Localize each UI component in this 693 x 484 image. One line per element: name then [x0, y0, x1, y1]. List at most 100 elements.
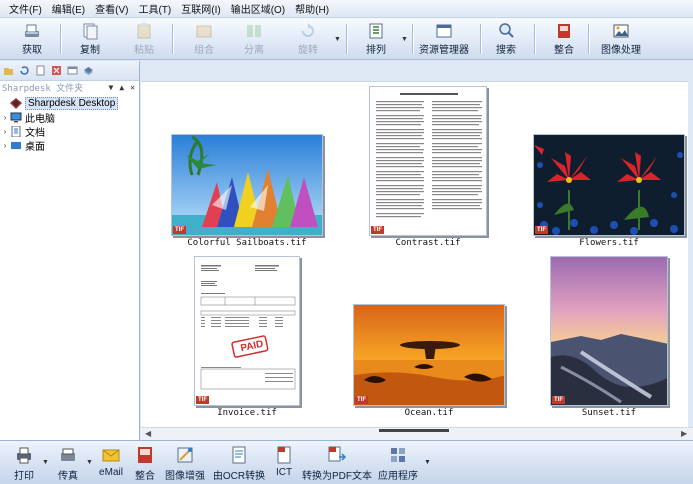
image-icon	[613, 24, 629, 38]
scrollbar-thumb[interactable]	[379, 429, 449, 432]
thumbnail-caption: Colorful Sailboats.tif	[187, 238, 307, 248]
contrast-document-image	[370, 87, 486, 235]
window-icon	[436, 24, 452, 38]
email-label: eMail	[99, 467, 123, 478]
tree-root-label: Sharpdesk Desktop	[25, 96, 119, 110]
pdf-convert-icon	[328, 446, 347, 462]
search-button[interactable]: 搜索	[488, 20, 524, 58]
sharpdesk-icon	[10, 97, 22, 109]
arrange-label: 排列	[366, 45, 386, 56]
split-icon	[247, 25, 261, 37]
tif-badge: TIF	[355, 396, 368, 404]
expand-icon[interactable]: ›	[0, 127, 10, 136]
tree-item-this-pc[interactable]: › 此电脑	[0, 110, 139, 125]
computer-icon	[10, 112, 22, 122]
ict-label: ICT	[275, 467, 293, 478]
book-icon	[558, 24, 570, 38]
thumbnail-caption: Ocean.tif	[404, 408, 454, 418]
menu-internet[interactable]: 互联网(I)	[176, 1, 225, 16]
scroll-right-icon[interactable]: ▶	[681, 429, 687, 438]
image-enhance-button[interactable]: 图像增强	[164, 445, 206, 483]
folder-mini-toolbar	[0, 61, 139, 81]
combine-button[interactable]: 组合	[186, 20, 222, 58]
invoice-document-image	[195, 257, 299, 405]
tree-item-desktop[interactable]: › 桌面	[0, 138, 139, 153]
menu-tools[interactable]: 工具(T)	[133, 1, 176, 16]
thumbnail-image: TIF	[369, 86, 487, 236]
thumbnail-image: TIF	[353, 304, 505, 406]
printer-icon	[17, 447, 31, 464]
paste-button[interactable]: 粘贴	[126, 20, 162, 58]
rotate-button[interactable]: 旋转	[290, 20, 326, 58]
email-button[interactable]: eMail	[96, 445, 126, 483]
combine-icon	[196, 25, 212, 38]
new-file-icon[interactable]	[35, 65, 46, 76]
document-icon	[11, 125, 21, 137]
resource-manager-label: 资源管理器	[419, 45, 469, 56]
expand-icon[interactable]: ›	[0, 113, 10, 122]
panel-dropdown-icon[interactable]: ▼	[109, 83, 114, 92]
thumbnail-image: TIF	[171, 134, 323, 236]
tree-root[interactable]: Sharpdesk Desktop	[0, 96, 139, 110]
organize-output-button[interactable]: 整合	[132, 445, 158, 483]
thumbnail-caption: Contrast.tif	[395, 238, 461, 248]
convert-to-pdf-button[interactable]: 转换为PDF文本	[302, 445, 372, 483]
applications-button[interactable]: 应用程序	[378, 445, 418, 483]
tif-badge: TIF	[535, 226, 548, 234]
thumbnail-caption: Sunset.tif	[581, 408, 637, 418]
applications-label: 应用程序	[378, 471, 418, 482]
enhance-icon	[177, 447, 193, 463]
panel-close-icon[interactable]: ✕	[130, 83, 135, 92]
menu-bar: 文件(F) 编辑(E) 查看(V) 工具(T) 互联网(I) 输出区域(O) 帮…	[0, 0, 693, 18]
thumbnail-image: PAID TIF	[194, 256, 300, 406]
tif-badge: TIF	[173, 226, 186, 234]
ocean-image	[354, 305, 504, 405]
scroll-left-icon[interactable]: ◀	[145, 429, 151, 438]
thumbnail-caption: Invoice.tif	[217, 408, 277, 418]
organize-label: 整合	[554, 45, 574, 56]
menu-help[interactable]: 帮助(H)	[290, 1, 334, 16]
resource-manager-button[interactable]: 资源管理器	[418, 20, 470, 58]
horizontal-scrollbar[interactable]: ◀ ▶	[141, 427, 693, 440]
print-dropdown-arrow[interactable]: ▼	[42, 459, 49, 466]
copy-button[interactable]: 复制	[72, 20, 108, 58]
flowers-image	[534, 135, 684, 235]
menu-file[interactable]: 文件(F)	[4, 1, 47, 16]
folder-open-icon[interactable]	[3, 65, 14, 76]
fax-label: 传真	[58, 471, 78, 482]
delete-icon[interactable]	[51, 65, 62, 76]
vertical-scrollbar[interactable]	[688, 81, 693, 427]
fax-dropdown-arrow[interactable]: ▼	[86, 459, 93, 466]
acquire-label: 获取	[22, 45, 42, 56]
tree-item-documents[interactable]: › 文档	[0, 124, 139, 139]
tree-item-label: 桌面	[25, 141, 45, 153]
expand-icon[interactable]: ›	[0, 141, 10, 150]
organize-button[interactable]: 整合	[546, 20, 582, 58]
arrange-button[interactable]: 排列	[358, 20, 394, 58]
thumbnail-caption: Flowers.tif	[579, 238, 639, 248]
rotate-dropdown-arrow[interactable]: ▼	[334, 36, 341, 43]
print-button[interactable]: 打印	[10, 445, 38, 483]
panel-up-icon[interactable]: ▲	[119, 83, 124, 92]
image-processing-button[interactable]: 图像处理	[596, 20, 646, 58]
fax-icon	[61, 448, 75, 461]
split-label: 分离	[244, 45, 264, 56]
ocr-label: 由OCR转换	[212, 471, 266, 482]
stack-icon[interactable]	[83, 65, 94, 76]
properties-icon[interactable]	[67, 65, 78, 76]
apps-dropdown-arrow[interactable]: ▼	[424, 459, 431, 466]
arrange-dropdown-arrow[interactable]: ▼	[401, 36, 408, 43]
ocr-button[interactable]: 由OCR转换	[212, 445, 266, 483]
menu-view[interactable]: 查看(V)	[90, 1, 133, 16]
ict-button[interactable]: ICT	[272, 445, 296, 483]
menu-output[interactable]: 输出区域(O)	[226, 1, 290, 16]
refresh-icon[interactable]	[19, 65, 30, 76]
menu-edit[interactable]: 编辑(E)	[47, 1, 90, 16]
fax-button[interactable]: 传真	[54, 445, 82, 483]
folder-tree: Sharpdesk Desktop › 此电脑 › 文档 › 桌面	[0, 94, 139, 153]
split-button[interactable]: 分离	[236, 20, 272, 58]
output-toolbar: 打印 ▼ 传真 ▼ eMail 整合 图像增强 由OCR转换 ICT 转换为PD…	[0, 440, 693, 484]
rotate-label: 旋转	[298, 45, 318, 56]
acquire-button[interactable]: 获取	[14, 20, 50, 58]
organize-output-label: 整合	[135, 471, 155, 482]
